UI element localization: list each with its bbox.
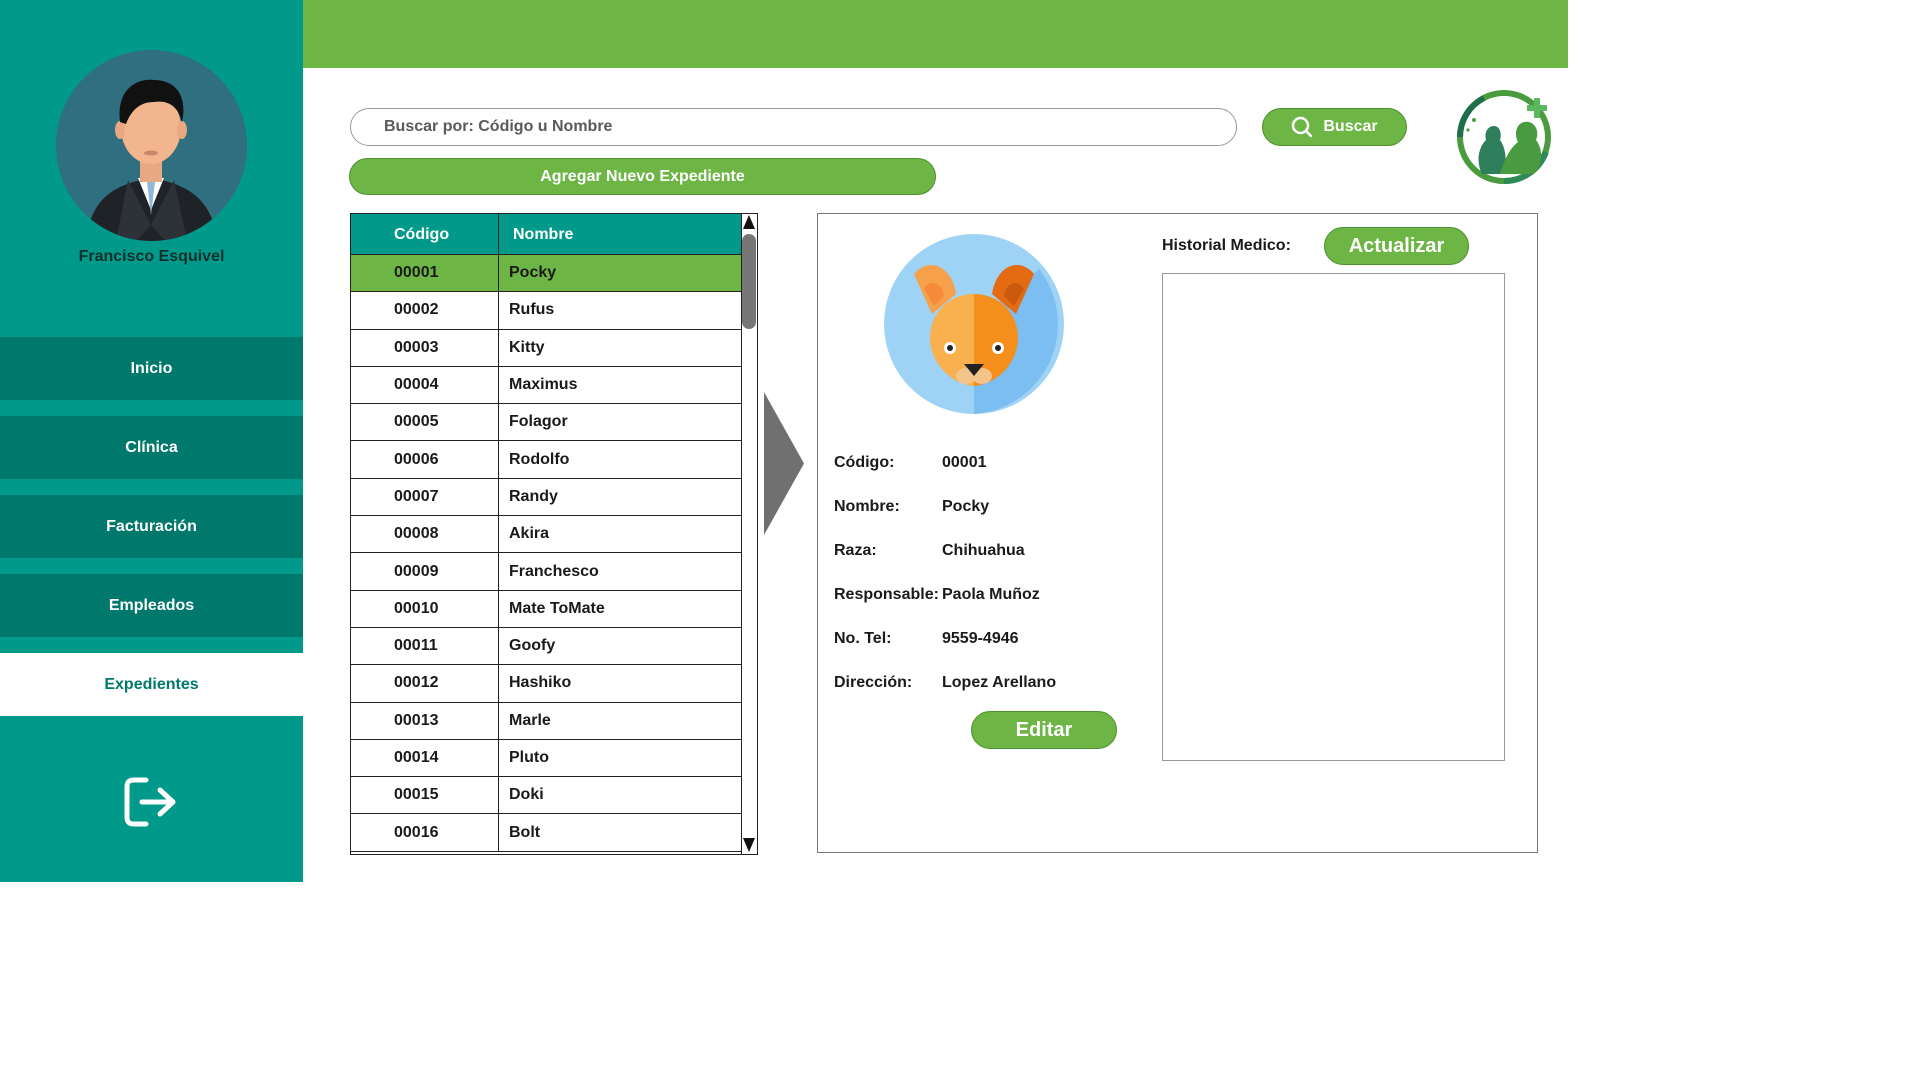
cell-code: 00010	[351, 590, 499, 627]
cell-code: 00006	[351, 441, 499, 478]
cell-name: Bolt	[509, 823, 541, 841]
cell-name: Kitty	[509, 338, 545, 356]
cell-code: 00015	[351, 777, 499, 814]
user-name: Francisco Esquivel	[78, 248, 225, 265]
value-address: Lopez Arellano	[942, 674, 1057, 691]
cell-name: Akira	[509, 525, 550, 543]
table-row[interactable]: 00014 Pluto	[351, 739, 742, 778]
clinic-logo	[1454, 82, 1556, 186]
add-record-button[interactable]: Agregar Nuevo Expediente	[349, 158, 936, 195]
arrow-right-icon	[764, 392, 804, 535]
table-row[interactable]: 00009 Franchesco	[351, 553, 742, 591]
value-phone: 9559-4946	[942, 630, 1019, 647]
table-row[interactable]: 00001 Pocky	[351, 255, 742, 293]
cell-name: Maximus	[509, 376, 578, 394]
cell-code: 00011	[351, 627, 499, 665]
cell-name: Rodolfo	[509, 450, 570, 468]
cell-name: Randy	[509, 487, 558, 505]
scroll-thumb[interactable]	[742, 234, 756, 329]
label-address: Dirección:	[834, 674, 913, 691]
value-code: 00001	[942, 454, 987, 471]
search-input[interactable]	[350, 108, 1237, 146]
table-row[interactable]: 00008 Akira	[351, 516, 742, 554]
nav-item-clinica[interactable]: Clínica	[0, 416, 303, 479]
nav-item-inicio[interactable]: Inicio	[0, 337, 303, 400]
nav-item-empleados[interactable]: Empleados	[0, 574, 303, 637]
header-code[interactable]: Código	[351, 214, 499, 254]
cell-code: 00014	[351, 739, 499, 777]
edit-button[interactable]: Editar	[971, 711, 1117, 749]
table-row[interactable]: 00007 Randy	[351, 478, 742, 517]
label-breed: Raza:	[834, 542, 877, 559]
cell-name: Mate ToMate	[509, 599, 605, 617]
user-avatar	[56, 50, 247, 241]
top-bar	[303, 0, 1568, 68]
cell-code: 00007	[351, 478, 499, 516]
scroll-up-arrow-icon[interactable]	[743, 215, 755, 229]
cell-name: Doki	[509, 786, 544, 804]
cell-code: 00013	[351, 702, 499, 739]
value-name: Pocky	[942, 498, 990, 515]
scroll-down-arrow-icon[interactable]	[743, 838, 755, 852]
nav-item-facturacion[interactable]: Facturación	[0, 495, 303, 558]
table-header: Código Nombre	[351, 214, 742, 255]
cell-code: 00001	[351, 255, 499, 292]
table-row[interactable]: 00015 Doki	[351, 777, 742, 815]
update-button[interactable]: Actualizar	[1324, 227, 1469, 265]
table-scrollbar[interactable]	[741, 214, 757, 854]
search-icon	[1291, 116, 1313, 138]
table-row[interactable]: 00002 Rufus	[351, 292, 742, 330]
table-row[interactable]: 00012 Hashiko	[351, 665, 742, 703]
medical-history-textarea[interactable]	[1162, 273, 1505, 761]
cell-name: Pocky	[509, 264, 557, 282]
nav-item-expedientes[interactable]: Expedientes	[0, 653, 303, 716]
cell-code: 00005	[351, 404, 499, 441]
cell-name: Folagor	[509, 413, 568, 431]
table-row[interactable]: 00004 Maximus	[351, 366, 742, 405]
cell-name: Goofy	[509, 637, 556, 655]
value-breed: Chihuahua	[942, 542, 1025, 559]
label-owner: Responsable:	[834, 586, 939, 603]
header-name[interactable]: Nombre	[499, 214, 573, 254]
history-label: Historial Medico:	[1162, 237, 1291, 254]
cell-code: 00009	[351, 553, 499, 590]
table-rows: 00001 Pocky 00002 Rufus 00003 Kitty 00004 Maxim…	[351, 255, 742, 852]
table-row[interactable]: 00016 Bolt	[351, 814, 742, 852]
cell-code: 00008	[351, 516, 499, 553]
cell-code: 00002	[351, 292, 499, 329]
table-row[interactable]: 00013 Marle	[351, 702, 742, 740]
table-row[interactable]: 00011 Goofy	[351, 627, 742, 666]
cell-name: Rufus	[509, 301, 555, 319]
label-name: Nombre:	[834, 498, 900, 515]
search-button[interactable]: Buscar	[1262, 108, 1407, 146]
cell-name: Hashiko	[509, 674, 572, 692]
label-phone: No. Tel:	[834, 630, 892, 647]
cell-code: 00016	[351, 814, 499, 851]
cell-name: Marle	[509, 711, 551, 729]
table-row[interactable]: 00005 Folagor	[351, 404, 742, 442]
cell-code: 00012	[351, 665, 499, 702]
table-row[interactable]: 00010 Mate ToMate	[351, 590, 742, 628]
table-row[interactable]: 00003 Kitty	[351, 329, 742, 367]
records-table: Código Nombre 00001 Pocky 00002 Rufus 00003 K…	[350, 213, 758, 855]
logout-icon[interactable]	[120, 772, 180, 832]
cell-name: Pluto	[509, 749, 549, 766]
value-owner: Paola Muñoz	[942, 586, 1040, 603]
cell-code: 00004	[351, 366, 499, 404]
cell-name: Franchesco	[509, 562, 599, 580]
cell-code: 00003	[351, 329, 499, 366]
table-row[interactable]: 00006 Rodolfo	[351, 441, 742, 479]
pet-avatar	[884, 234, 1064, 414]
label-code: Código:	[834, 454, 895, 471]
search-button-label: Buscar	[1323, 118, 1378, 135]
